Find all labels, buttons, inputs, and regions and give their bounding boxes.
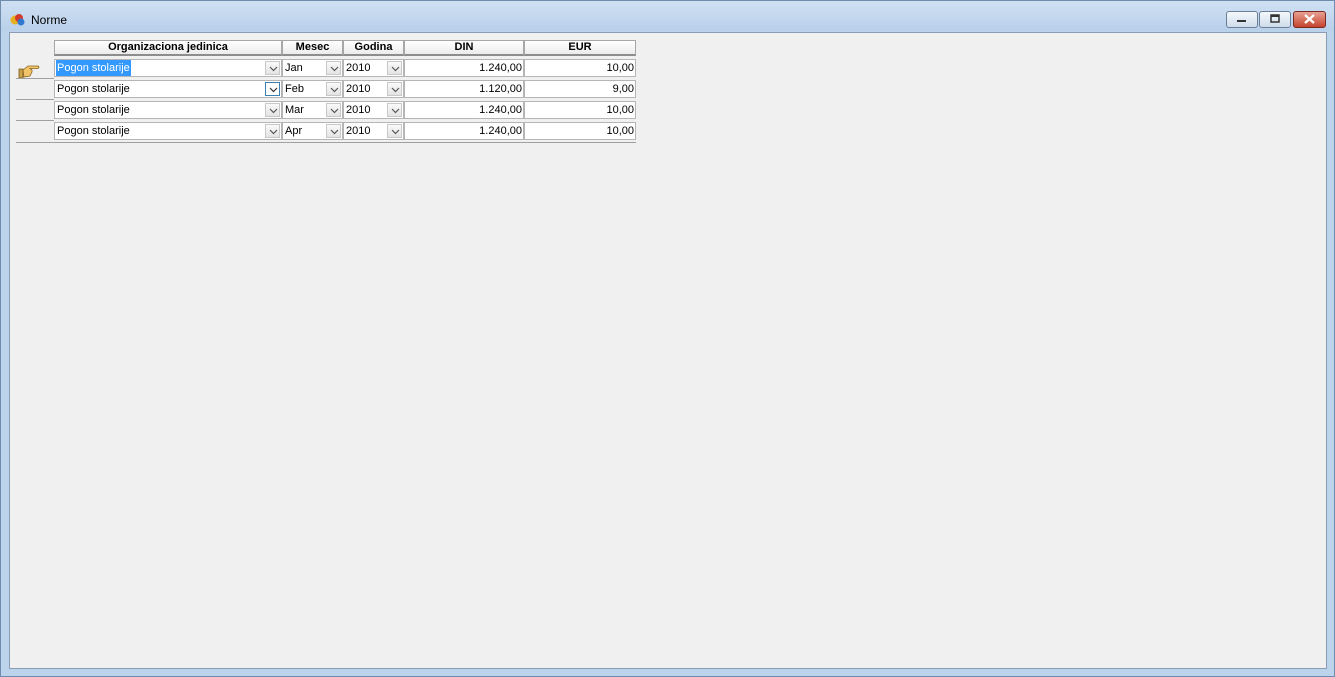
header-eur[interactable]: EUR (524, 40, 636, 56)
header-mesec[interactable]: Mesec (282, 40, 343, 56)
cell-text: 2010 (346, 83, 371, 95)
cell-mesec-row1[interactable]: Jan (282, 59, 343, 77)
close-button[interactable] (1293, 11, 1326, 28)
cell-din-row3[interactable]: 1.240,00 (404, 101, 524, 119)
cell-text: Mar (285, 104, 304, 116)
app-icon (10, 14, 25, 26)
cell-text: 1.240,00 (479, 62, 522, 74)
grid-bottom-border (16, 142, 636, 143)
chevron-down-icon (269, 129, 278, 135)
cell-text: Pogon stolarije (57, 125, 130, 137)
chevron-down-icon (330, 66, 339, 72)
cell-org-row2[interactable]: Pogon stolarije (54, 80, 282, 98)
dropdown-button[interactable] (326, 61, 341, 75)
chevron-down-icon (330, 129, 339, 135)
dropdown-button[interactable] (265, 61, 280, 75)
cell-eur-row4[interactable]: 10,00 (524, 122, 636, 140)
cell-text: 1.240,00 (479, 125, 522, 137)
cell-eur-row1[interactable]: 10,00 (524, 59, 636, 77)
cell-eur-row3[interactable]: 10,00 (524, 101, 636, 119)
dropdown-button[interactable] (387, 103, 402, 117)
cell-text: Apr (285, 125, 303, 137)
dropdown-button[interactable] (265, 82, 280, 96)
maximize-button[interactable] (1259, 11, 1291, 28)
cell-text: Jan (285, 62, 303, 74)
window-title: Norme (31, 13, 68, 27)
minimize-icon (1237, 20, 1246, 22)
cell-mesec-row2[interactable]: Feb (282, 80, 343, 98)
chevron-down-icon (391, 129, 400, 135)
header-godina[interactable]: Godina (343, 40, 404, 56)
cell-org-row4[interactable]: Pogon stolarije (54, 122, 282, 140)
cell-org-row1[interactable]: Pogon stolarije (54, 59, 282, 77)
dropdown-button[interactable] (326, 124, 341, 138)
dropdown-button[interactable] (387, 82, 402, 96)
cell-text: 10,00 (606, 125, 634, 137)
cell-text: 2010 (346, 125, 371, 137)
title-bar[interactable]: Norme (1, 1, 1334, 31)
row-divider (16, 78, 54, 79)
cell-text: Feb (285, 83, 304, 95)
cell-text: Pogon stolarije (57, 104, 130, 116)
cell-text: 10,00 (606, 104, 634, 116)
cell-godina-row2[interactable]: 2010 (343, 80, 404, 98)
chevron-down-icon (330, 108, 339, 114)
close-icon (1304, 14, 1315, 24)
pointing-hand-icon (18, 65, 40, 79)
cell-text: 2010 (346, 104, 371, 116)
cell-mesec-row4[interactable]: Apr (282, 122, 343, 140)
window: Norme Organizaciona jedinica Mesec Godin… (0, 0, 1335, 677)
dropdown-button[interactable] (326, 82, 341, 96)
chevron-down-icon (330, 87, 339, 93)
restore-icon (1270, 14, 1280, 23)
chevron-down-icon (391, 66, 400, 72)
cell-text: 9,00 (612, 83, 634, 95)
cell-din-row2[interactable]: 1.120,00 (404, 80, 524, 98)
cell-godina-row1[interactable]: 2010 (343, 59, 404, 77)
cell-text: 2010 (346, 62, 371, 74)
dropdown-button[interactable] (326, 103, 341, 117)
chevron-down-icon (269, 108, 278, 114)
cell-text: 10,00 (606, 62, 634, 74)
cell-text: Pogon stolarije (57, 83, 130, 95)
dropdown-button[interactable] (387, 61, 402, 75)
header-din[interactable]: DIN (404, 40, 524, 56)
dropdown-button[interactable] (265, 103, 280, 117)
dropdown-button[interactable] (387, 124, 402, 138)
cell-text: 1.240,00 (479, 104, 522, 116)
cell-eur-row2[interactable]: 9,00 (524, 80, 636, 98)
dropdown-button[interactable] (265, 124, 280, 138)
chevron-down-icon (391, 108, 400, 114)
chevron-down-icon (269, 87, 278, 93)
row-divider (16, 120, 54, 121)
cell-din-row4[interactable]: 1.240,00 (404, 122, 524, 140)
cell-org-row3[interactable]: Pogon stolarije (54, 101, 282, 119)
row-divider (16, 99, 54, 100)
cell-din-row1[interactable]: 1.240,00 (404, 59, 524, 77)
minimize-button[interactable] (1226, 11, 1258, 28)
cell-text: Pogon stolarije (56, 60, 131, 76)
cell-godina-row3[interactable]: 2010 (343, 101, 404, 119)
header-organizaciona-jedinica[interactable]: Organizaciona jedinica (54, 40, 282, 56)
cell-godina-row4[interactable]: 2010 (343, 122, 404, 140)
chevron-down-icon (269, 66, 278, 72)
cell-text: 1.120,00 (479, 83, 522, 95)
cell-mesec-row3[interactable]: Mar (282, 101, 343, 119)
chevron-down-icon (391, 87, 400, 93)
